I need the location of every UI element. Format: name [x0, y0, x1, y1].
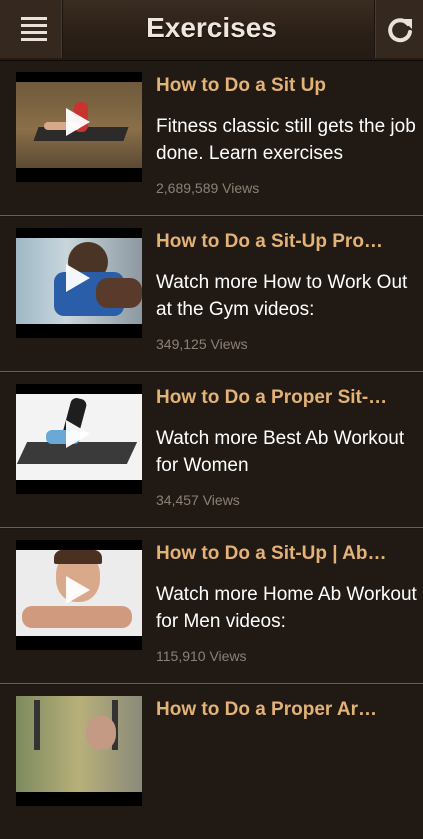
play-icon — [66, 264, 90, 292]
view-count: 115,910 Views — [156, 648, 247, 664]
view-count: 349,125 Views — [156, 336, 248, 352]
video-description: Watch more How to Work Out at the Gym vi… — [156, 272, 408, 320]
video-title[interactable]: How to Do a Sit Up — [156, 75, 418, 97]
video-title[interactable]: How to Do a Sit-Up Pro… — [156, 231, 418, 253]
video-thumbnail[interactable] — [16, 540, 142, 650]
play-icon — [66, 576, 90, 604]
video-title[interactable]: How to Do a Proper Ar… — [156, 699, 418, 721]
video-thumbnail[interactable] — [16, 228, 142, 338]
play-icon — [66, 108, 90, 136]
video-list: How to Do a Sit Up Fitness classic still… — [0, 60, 423, 839]
refresh-button[interactable] — [374, 0, 423, 58]
video-thumbnail[interactable] — [16, 696, 142, 806]
video-thumbnail[interactable] — [16, 384, 142, 494]
video-description: Watch more Home Ab Workout for Men video… — [156, 584, 417, 632]
video-title[interactable]: How to Do a Sit-Up | Ab… — [156, 543, 418, 565]
refresh-icon — [388, 18, 412, 43]
page-title: Exercises — [146, 12, 277, 43]
list-item[interactable]: How to Do a Sit Up Fitness classic still… — [0, 60, 423, 216]
list-item[interactable]: How to Do a Proper Ar… — [0, 684, 423, 839]
list-item[interactable]: How to Do a Sit-Up Pro… Watch more How t… — [0, 216, 423, 372]
video-description: Fitness classic still gets the job done.… — [156, 116, 416, 164]
play-icon — [66, 420, 90, 448]
list-item[interactable]: How to Do a Proper Sit-… Watch more Best… — [0, 372, 423, 528]
view-count: 34,457 Views — [156, 492, 240, 508]
view-count: 2,689,589 Views — [156, 180, 260, 196]
list-item[interactable]: How to Do a Sit-Up | Ab… Watch more Home… — [0, 528, 423, 684]
video-title[interactable]: How to Do a Proper Sit-… — [156, 387, 418, 409]
video-description: Watch more Best Ab Workout for Women — [156, 428, 405, 476]
video-thumbnail[interactable] — [16, 72, 142, 182]
app-header: Exercises — [0, 0, 423, 61]
